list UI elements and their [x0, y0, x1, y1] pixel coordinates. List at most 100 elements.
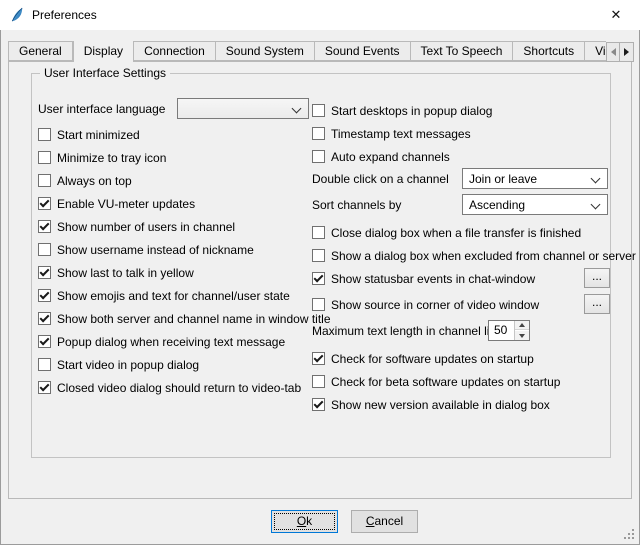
checkbox-closed-video-return[interactable]: Closed video dialog should return to vid… [38, 377, 301, 398]
checkbox-icon[interactable] [38, 197, 51, 210]
checkbox-icon[interactable] [38, 220, 51, 233]
checkbox-icon[interactable] [38, 358, 51, 371]
checkbox-close-on-file-transfer[interactable]: Close dialog box when a file transfer is… [312, 222, 581, 243]
sort-channels-combobox[interactable]: Ascending [462, 194, 608, 215]
checkbox-label: Start minimized [57, 128, 140, 142]
checkbox-label: Show source in corner of video window [331, 298, 539, 312]
preferences-dialog: Preferences ✕ General Display Connection… [0, 0, 640, 545]
checkbox-label: Check for beta software updates on start… [331, 375, 560, 389]
language-label: User interface language [38, 102, 165, 116]
window-title: Preferences [32, 0, 97, 30]
tab-display[interactable]: Display [73, 41, 134, 62]
checkbox-start-minimized[interactable]: Start minimized [38, 124, 140, 145]
checkbox-video-popup-dialog[interactable]: Start video in popup dialog [38, 354, 199, 375]
checkbox-video-source-corner[interactable]: Show source in corner of video window ..… [312, 294, 612, 315]
checkbox-label: Show a dialog box when excluded from cha… [331, 249, 636, 263]
checkbox-popup-text-message[interactable]: Popup dialog when receiving text message [38, 331, 285, 352]
checkbox-label: Auto expand channels [331, 150, 450, 164]
tab-scroll-left-icon[interactable] [606, 42, 620, 62]
max-text-length-label: Maximum text length in channel list [312, 324, 499, 338]
checkbox-icon[interactable] [312, 352, 325, 365]
checkbox-icon[interactable] [38, 151, 51, 164]
checkbox-icon[interactable] [312, 298, 325, 311]
checkbox-emojis-and-text[interactable]: Show emojis and text for channel/user st… [38, 285, 290, 306]
double-click-combobox[interactable]: Join or leave [462, 168, 608, 189]
sort-channels-combobox-value: Ascending [469, 198, 525, 212]
checkbox-desktops-popup[interactable]: Start desktops in popup dialog [312, 100, 492, 121]
checkbox-icon[interactable] [38, 335, 51, 348]
checkbox-icon[interactable] [38, 381, 51, 394]
cancel-button[interactable]: Cancel [351, 510, 418, 533]
checkbox-icon[interactable] [312, 398, 325, 411]
checkbox-icon[interactable] [312, 127, 325, 140]
spinner-down-icon[interactable] [515, 331, 529, 340]
max-text-length-row: Maximum text length in channel list 50 [312, 320, 612, 341]
tab-video[interactable]: Video [585, 41, 606, 61]
checkbox-icon[interactable] [312, 249, 325, 262]
double-click-combobox-value: Join or leave [469, 172, 537, 186]
max-text-length-spinner[interactable]: 50 [488, 320, 530, 341]
ok-button[interactable]: Ok [271, 510, 338, 533]
double-click-label: Double click on a channel [312, 172, 449, 186]
close-icon[interactable]: ✕ [600, 0, 632, 30]
spinner-up-icon[interactable] [515, 321, 529, 330]
checkbox-always-on-top[interactable]: Always on top [38, 170, 132, 191]
checkbox-last-to-talk-yellow[interactable]: Show last to talk in yellow [38, 262, 194, 283]
checkbox-icon[interactable] [312, 226, 325, 239]
checkbox-new-version-dialog[interactable]: Show new version available in dialog box [312, 394, 550, 415]
language-combobox[interactable] [177, 98, 309, 119]
checkbox-auto-expand-channels[interactable]: Auto expand channels [312, 146, 450, 167]
user-interface-settings-group: User Interface Settings User interface l… [31, 73, 611, 458]
display-tab-pane: User Interface Settings User interface l… [8, 61, 632, 499]
tab-scroll-right-icon[interactable] [620, 42, 634, 62]
video-source-more-button[interactable]: ... [584, 294, 610, 314]
group-title: User Interface Settings [40, 66, 170, 80]
tab-shortcuts[interactable]: Shortcuts [513, 41, 585, 61]
checkbox-icon[interactable] [38, 174, 51, 187]
checkbox-icon[interactable] [38, 266, 51, 279]
checkbox-dialog-when-excluded[interactable]: Show a dialog box when excluded from cha… [312, 245, 636, 266]
tab-general[interactable]: General [8, 41, 73, 61]
statusbar-events-more-button[interactable]: ... [584, 268, 610, 288]
checkbox-timestamp-messages[interactable]: Timestamp text messages [312, 123, 471, 144]
checkbox-label: Check for software updates on startup [331, 352, 534, 366]
ok-button-label: Ok [272, 511, 337, 532]
checkbox-server-channel-in-title[interactable]: Show both server and channel name in win… [38, 308, 331, 329]
checkbox-username-instead-nickname[interactable]: Show username instead of nickname [38, 239, 254, 260]
checkbox-icon[interactable] [38, 128, 51, 141]
checkbox-check-updates[interactable]: Check for software updates on startup [312, 348, 534, 369]
resize-grip-icon [622, 527, 624, 529]
checkbox-show-user-count[interactable]: Show number of users in channel [38, 216, 235, 237]
checkbox-label: Show last to talk in yellow [57, 266, 194, 280]
tab-text-to-speech[interactable]: Text To Speech [411, 41, 514, 61]
sort-channels-label: Sort channels by [312, 198, 401, 212]
checkbox-label: Show emojis and text for channel/user st… [57, 289, 290, 303]
checkbox-icon[interactable] [312, 375, 325, 388]
checkbox-minimize-to-tray[interactable]: Minimize to tray icon [38, 147, 166, 168]
tab-connection[interactable]: Connection [134, 41, 216, 61]
resize-grip[interactable] [622, 527, 636, 541]
checkbox-icon[interactable] [312, 104, 325, 117]
checkbox-vu-meter-updates[interactable]: Enable VU-meter updates [38, 193, 195, 214]
checkbox-icon[interactable] [312, 272, 325, 285]
checkbox-icon[interactable] [38, 289, 51, 302]
app-icon [9, 7, 25, 23]
tab-scroll-buttons [606, 42, 634, 62]
checkbox-label: Always on top [57, 174, 132, 188]
checkbox-icon[interactable] [38, 243, 51, 256]
checkbox-icon[interactable] [38, 312, 51, 325]
checkbox-check-beta-updates[interactable]: Check for beta software updates on start… [312, 371, 560, 392]
checkbox-label: Close dialog box when a file transfer is… [331, 226, 581, 240]
checkbox-label: Show both server and channel name in win… [57, 312, 331, 326]
checkbox-statusbar-events[interactable]: Show statusbar events in chat-window ... [312, 268, 612, 289]
checkbox-label: Show new version available in dialog box [331, 398, 550, 412]
cancel-button-label: Cancel [352, 511, 417, 532]
spinner-value: 50 [494, 321, 507, 340]
titlebar[interactable]: Preferences ✕ [0, 0, 640, 30]
checkbox-label: Timestamp text messages [331, 127, 471, 141]
tab-sound-events[interactable]: Sound Events [315, 41, 411, 61]
checkbox-label: Closed video dialog should return to vid… [57, 381, 301, 395]
checkbox-label: Enable VU-meter updates [57, 197, 195, 211]
checkbox-icon[interactable] [312, 150, 325, 163]
tab-sound-system[interactable]: Sound System [216, 41, 315, 61]
